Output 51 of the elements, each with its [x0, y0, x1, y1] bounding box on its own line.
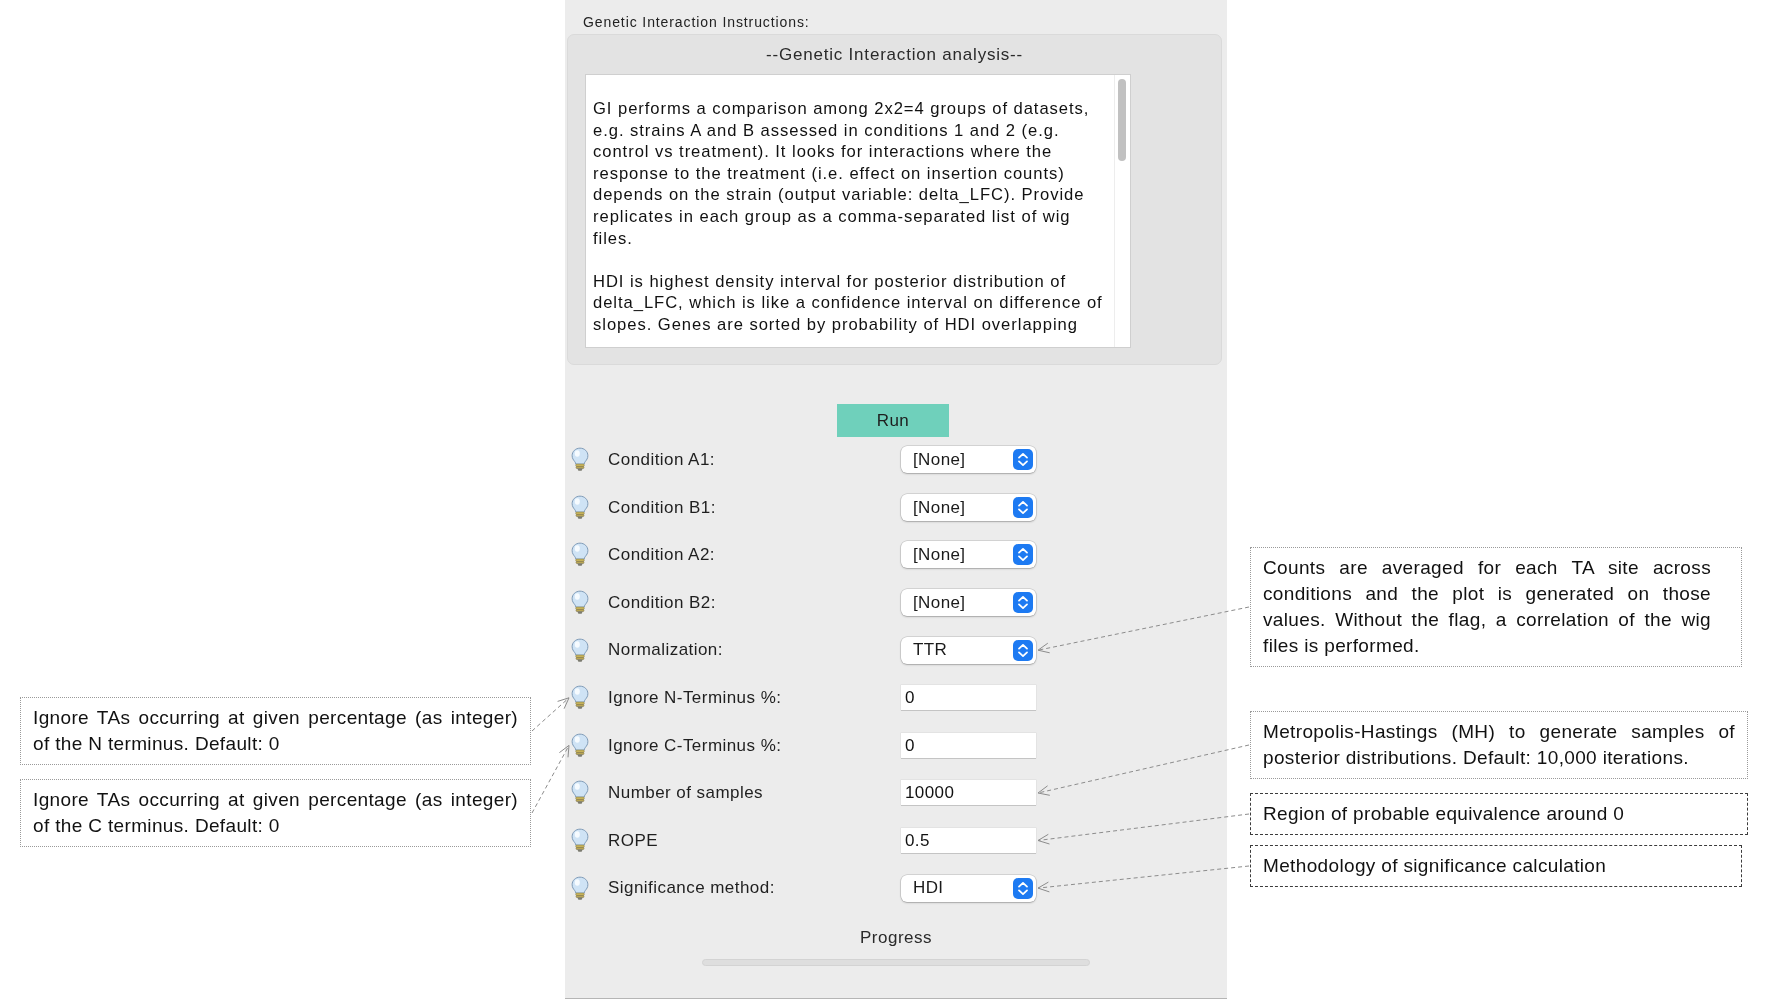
lightbulb-icon	[570, 494, 590, 520]
section-label: Genetic Interaction Instructions:	[583, 14, 810, 31]
field-label: Normalization:	[608, 639, 724, 662]
input-field[interactable]: 10000	[901, 780, 1036, 806]
updown-chevron-icon	[1013, 449, 1033, 471]
field-label: Condition A2:	[608, 544, 716, 567]
dropdown[interactable]: [None]	[901, 541, 1036, 569]
callout-note: Region of probable equivalence around 0	[1250, 793, 1748, 835]
field-label: ROPE	[608, 829, 659, 852]
lightbulb-icon	[570, 590, 590, 616]
lightbulb-icon	[570, 780, 590, 806]
lightbulb-icon	[570, 447, 590, 473]
scrollbar-thumb[interactable]	[1118, 79, 1126, 161]
dropdown[interactable]: TTR	[901, 636, 1036, 664]
field-label: Ignore C-Terminus %:	[608, 734, 783, 757]
lightbulb-icon	[570, 685, 590, 711]
progress-label: Progress	[860, 927, 932, 948]
lightbulb-icon	[570, 637, 590, 663]
lightbulb-icon	[570, 732, 590, 758]
input-field[interactable]: 0	[901, 732, 1036, 758]
input-field[interactable]: 0.5	[901, 828, 1036, 854]
dropdown[interactable]: HDI	[901, 874, 1036, 902]
callout-note: Methodology of significance calculation	[1250, 845, 1742, 887]
instructions-heading: --Genetic Interaction analysis--	[765, 45, 1024, 65]
updown-chevron-icon	[1013, 544, 1033, 566]
instructions-paragraph: GI performs a comparison among 2x2=4 groups of datasets, e.g. strains A and B assessed in conditions 1 and 2 (e.g. control vs treatment). It looks for interactions where the response to the treatment (i.e. effect on insertion counts) depends on the strain (output variable: delta_LFC). Provide replicates in each group as a comma-separated list of wig files.	[593, 98, 1091, 250]
lightbulb-icon	[570, 542, 590, 568]
callout-note: Counts are averaged for each TA site across conditions and the plot is generated on those values. Without the flag, a correlation of the wig files is performed.	[1250, 547, 1742, 667]
field-label: Ignore N-Terminus %:	[608, 687, 783, 709]
instructions-paragraph: HDI is highest density interval for posterior distribution of delta_LFC, which is like a confidence interval on difference of slopes. Genes are sorted by probability of HDI overlapping	[593, 270, 1104, 336]
dropdown[interactable]: [None]	[901, 446, 1036, 474]
lightbulb-icon	[570, 828, 590, 854]
dropdown[interactable]: [None]	[901, 493, 1036, 521]
callout-note: Ignore TAs occurring at given percentage (as integer) of the N terminus. Default: 0	[20, 697, 531, 765]
field-label: Condition A1:	[608, 449, 716, 472]
run-button[interactable]: Run	[837, 404, 949, 437]
updown-chevron-icon	[1013, 877, 1033, 899]
field-label: Significance method:	[608, 877, 776, 900]
lightbulb-icon	[570, 875, 590, 901]
callout-arrow	[531, 697, 570, 732]
updown-chevron-icon	[1013, 639, 1033, 661]
callout-note: Metropolis-Hastings (MH) to generate samples of posterior distributions. Default: 10,000 iterations.	[1250, 711, 1748, 779]
updown-chevron-icon	[1013, 496, 1033, 518]
field-label: Number of samples	[608, 782, 765, 805]
field-label: Condition B2:	[608, 591, 717, 614]
input-field[interactable]: 0	[901, 685, 1036, 711]
updown-chevron-icon	[1013, 592, 1033, 614]
callout-note: Ignore TAs occurring at given percentage (as integer) of the C terminus. Default: 0	[20, 779, 531, 847]
field-label: Condition B1:	[608, 496, 717, 519]
callout-arrow	[531, 744, 570, 814]
dropdown[interactable]: [None]	[901, 589, 1036, 617]
